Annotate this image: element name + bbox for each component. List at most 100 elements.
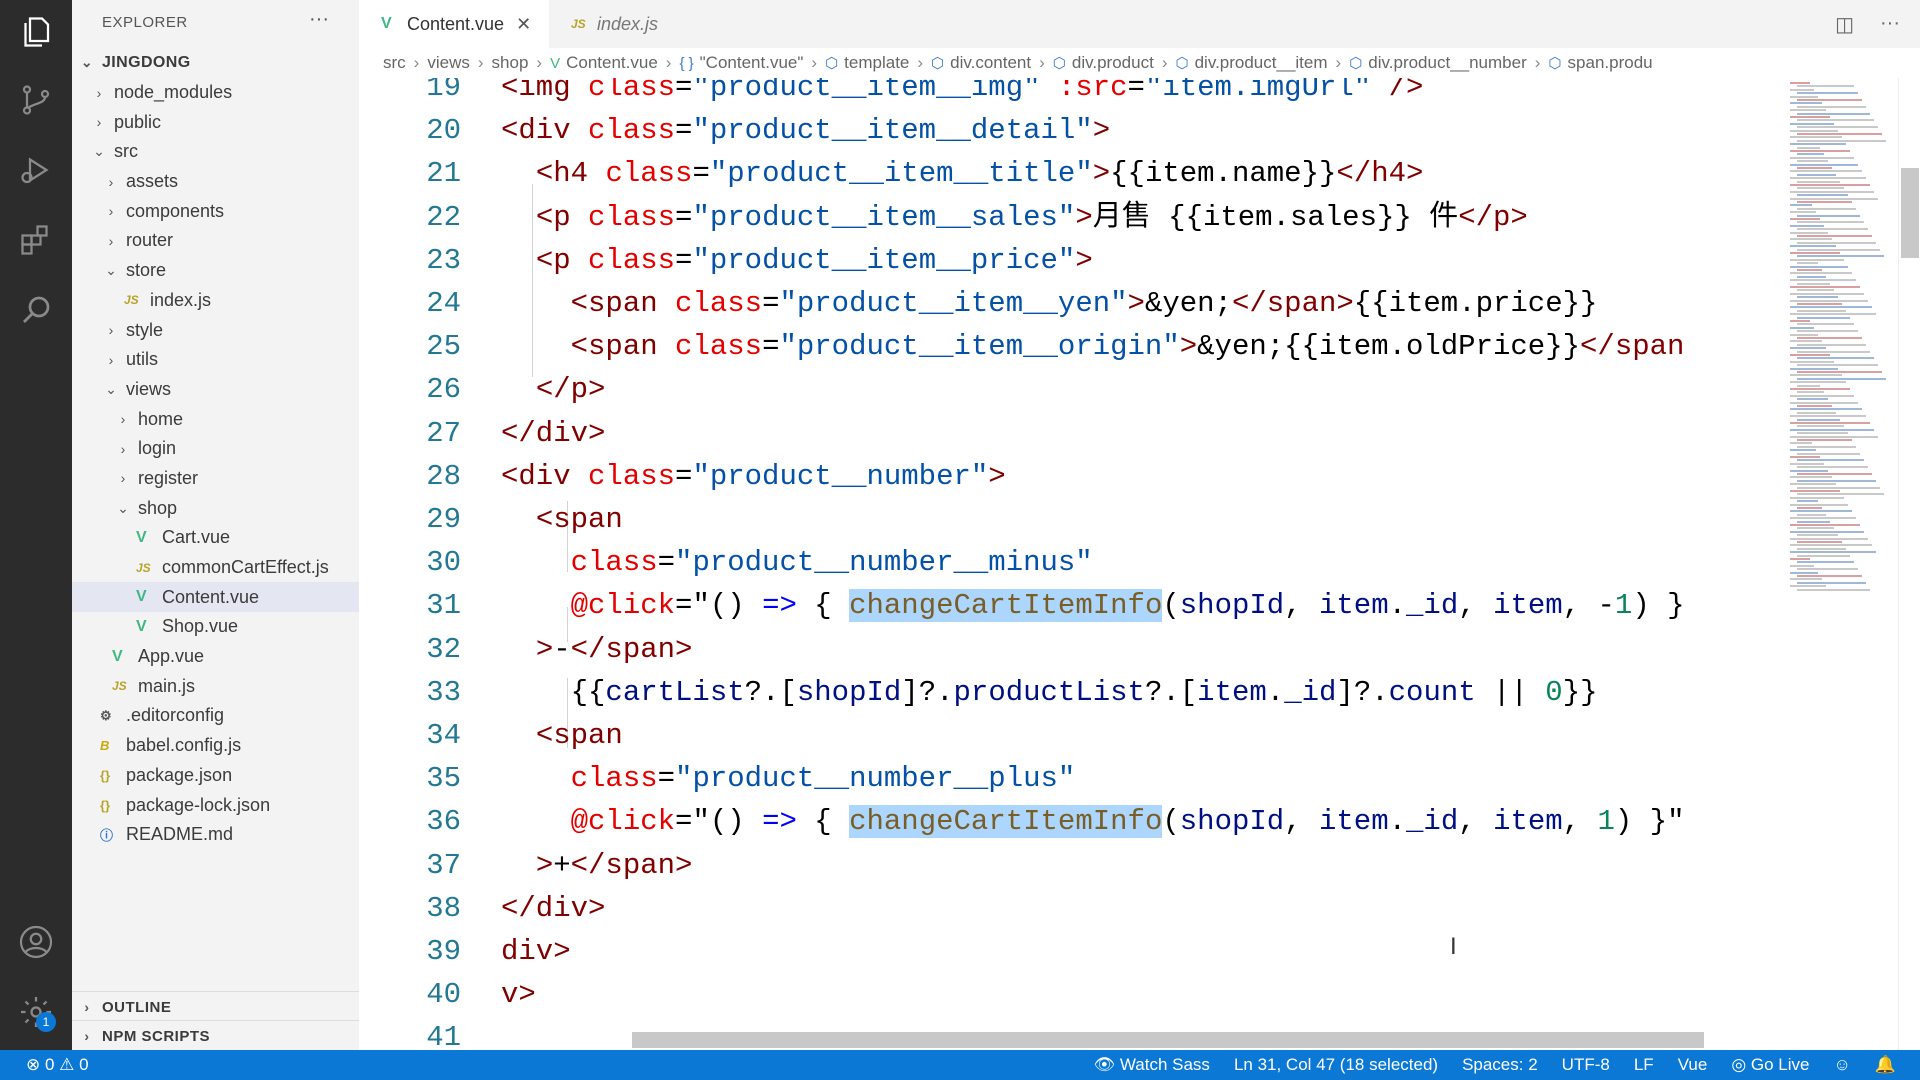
tree-item[interactable]: ⌄ views [72, 375, 359, 405]
horizontal-scrollbar[interactable] [632, 1032, 1704, 1048]
feedback-icon[interactable]: ☺ [1833, 1055, 1850, 1075]
code-line[interactable]: 32 >-</span> [359, 628, 1784, 671]
more-actions-icon[interactable]: ··· [309, 8, 329, 31]
code-line[interactable]: 34 <span [359, 714, 1784, 757]
scrollbar-thumb[interactable] [1901, 168, 1919, 258]
code-line[interactable]: 24 <span class="product__item__yen">&yen… [359, 282, 1784, 325]
outline-section[interactable]: › OUTLINE [72, 991, 359, 1022]
tree-item[interactable]: › public [72, 107, 359, 137]
breadcrumb-item[interactable]: ⬡ div.content [931, 53, 1031, 73]
code-line[interactable]: 35 class="product__number__plus" [359, 757, 1784, 800]
breadcrumb-item[interactable]: ⬡ div.product__item [1175, 53, 1327, 73]
tree-item[interactable]: › router [72, 226, 359, 256]
code-line[interactable]: 27 </div> [359, 412, 1784, 455]
account-icon[interactable] [12, 918, 60, 966]
breadcrumb-item[interactable]: views [427, 53, 470, 73]
line-number: 31 [426, 589, 461, 623]
tree-item[interactable]: V Content.vue [72, 582, 359, 613]
line-number: 38 [426, 891, 461, 925]
breadcrumb-item[interactable]: ⬡ span.produ [1548, 53, 1652, 73]
tree-item[interactable]: › assets [72, 167, 359, 197]
breadcrumb-item[interactable]: ⬡ div.product__number [1349, 53, 1527, 73]
tree-item[interactable]: ⌄ src [72, 137, 359, 167]
minimap-line [1797, 221, 1864, 224]
tree-item[interactable]: JS index.js [72, 286, 359, 316]
code-line[interactable]: 30 class="product__number__minus" [359, 541, 1784, 584]
problems-indicator[interactable]: ⊗ 0 ⚠ 0 [26, 1055, 89, 1075]
tree-item[interactable]: V Shop.vue [72, 612, 359, 642]
language-mode[interactable]: Vue [1678, 1055, 1708, 1075]
tree-item[interactable]: › home [72, 404, 359, 434]
code-line[interactable]: 33 {{cartList?.[shopId]?.productList?.[i… [359, 671, 1784, 714]
tree-item[interactable]: Bbabel.config.js [72, 731, 359, 761]
split-editor-icon[interactable]: ◫ [1835, 12, 1854, 37]
minimap-line [1790, 116, 1830, 118]
breadcrumb-item[interactable]: V Content.vue [550, 53, 658, 73]
source-control-icon[interactable] [12, 76, 60, 124]
extensions-icon[interactable] [12, 216, 60, 264]
tab-label: index.js [597, 13, 659, 34]
tree-item[interactable]: ⚙ .editorconfig [72, 701, 359, 731]
code-line[interactable]: 37 >+</span> [359, 844, 1784, 887]
tree-item[interactable]: › components [72, 196, 359, 226]
minimap[interactable] [1784, 78, 1898, 608]
go-live-button[interactable]: ◎ Go Live [1731, 1055, 1809, 1075]
indentation[interactable]: Spaces: 2 [1462, 1055, 1538, 1075]
minimap-line [1790, 265, 1848, 268]
code-line[interactable]: 19 <img class="product__item__img" :src="… [359, 78, 1784, 109]
end-of-line[interactable]: LF [1634, 1055, 1654, 1075]
tab-content-vue[interactable]: V Content.vue ✕ [359, 0, 549, 48]
tree-item[interactable]: ⓘ README.md [72, 820, 359, 850]
code-line[interactable]: 23 <p class="product__item__price"> [359, 239, 1784, 282]
breadcrumb-item[interactable]: ⬡ template [825, 53, 909, 73]
settings-gear-icon[interactable]: 1 [12, 988, 60, 1036]
code-line[interactable]: 31 @click="() => { changeCartItemInfo(sh… [359, 584, 1784, 627]
search-icon[interactable] [12, 286, 60, 334]
cursor-position[interactable]: Ln 31, Col 47 (18 selected) [1234, 1055, 1438, 1075]
vertical-scrollbar[interactable] [1898, 78, 1920, 1050]
tree-item[interactable]: › style [72, 315, 359, 345]
run-debug-icon[interactable] [12, 146, 60, 194]
tree-item[interactable]: ⌄ JINGDONG [72, 48, 359, 78]
tree-item[interactable]: {} package.json [72, 761, 359, 791]
tree-item[interactable]: {} package-lock.json [72, 790, 359, 820]
tree-item[interactable]: V App.vue [72, 642, 359, 672]
tree-item-label: App.vue [138, 646, 205, 667]
encoding[interactable]: UTF-8 [1562, 1055, 1610, 1075]
code-editor[interactable]: I 19 <img class="product__item__img" :src… [359, 78, 1784, 1050]
tree-item[interactable]: JS commonCartEffect.js [72, 553, 359, 583]
code-token: }} [1562, 675, 1598, 709]
tree-item[interactable]: V Cart.vue [72, 523, 359, 553]
tree-item[interactable]: › register [72, 464, 359, 494]
code-line[interactable]: 22 <p class="product__item__sales">月售 {{… [359, 196, 1784, 239]
line-number: 19 [426, 78, 461, 104]
code-line[interactable]: 40 v> [359, 973, 1784, 1016]
code-line[interactable]: 29 <span [359, 498, 1784, 541]
code-text: <span [501, 714, 623, 757]
code-line[interactable]: 20 <div class="product__item__detail"> [359, 109, 1784, 152]
watch-sass-button[interactable]: 👁 Watch Sass [1094, 1055, 1210, 1075]
code-line[interactable]: 25 <span class="product__item__origin">&… [359, 325, 1784, 368]
tree-item[interactable]: › utils [72, 345, 359, 375]
tree-item[interactable]: › node_modules [72, 78, 359, 108]
tree-item[interactable]: ⌄ shop [72, 493, 359, 523]
close-icon[interactable]: ✕ [516, 14, 531, 35]
tree-item[interactable]: JS main.js [72, 671, 359, 701]
tab-index-js[interactable]: JS index.js [549, 0, 729, 48]
notifications-bell-icon[interactable]: 🔔 [1875, 1055, 1896, 1075]
breadcrumb-item[interactable]: shop [492, 53, 529, 73]
code-line[interactable]: 28 <div class="product__number"> [359, 455, 1784, 498]
breadcrumb-item[interactable]: ⬡ div.product [1053, 53, 1154, 73]
tree-item[interactable]: ⌄ store [72, 256, 359, 286]
explorer-icon[interactable] [12, 8, 60, 56]
code-line[interactable]: 39 div> [359, 930, 1784, 973]
code-line[interactable]: 26 </p> [359, 368, 1784, 411]
more-actions-icon[interactable]: ··· [1880, 12, 1900, 37]
tree-item[interactable]: › login [72, 434, 359, 464]
breadcrumb-item[interactable]: src [383, 53, 406, 73]
breadcrumb-item[interactable]: { } "Content.vue" [679, 53, 803, 73]
code-line[interactable]: 38 </div> [359, 887, 1784, 930]
code-line[interactable]: 21 <h4 class="product__item__title">{{it… [359, 152, 1784, 195]
code-line[interactable]: 36 @click="() => { changeCartItemInfo(sh… [359, 800, 1784, 843]
npm-scripts-section[interactable]: › NPM SCRIPTS [72, 1020, 359, 1051]
